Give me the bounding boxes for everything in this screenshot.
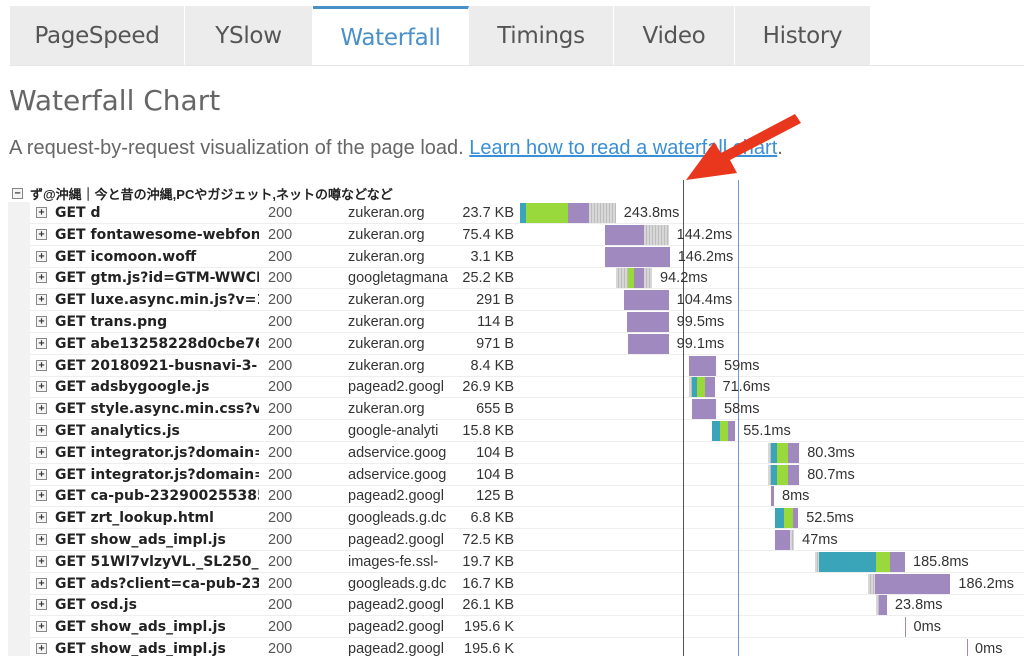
red-arrow-annotation <box>686 114 801 180</box>
